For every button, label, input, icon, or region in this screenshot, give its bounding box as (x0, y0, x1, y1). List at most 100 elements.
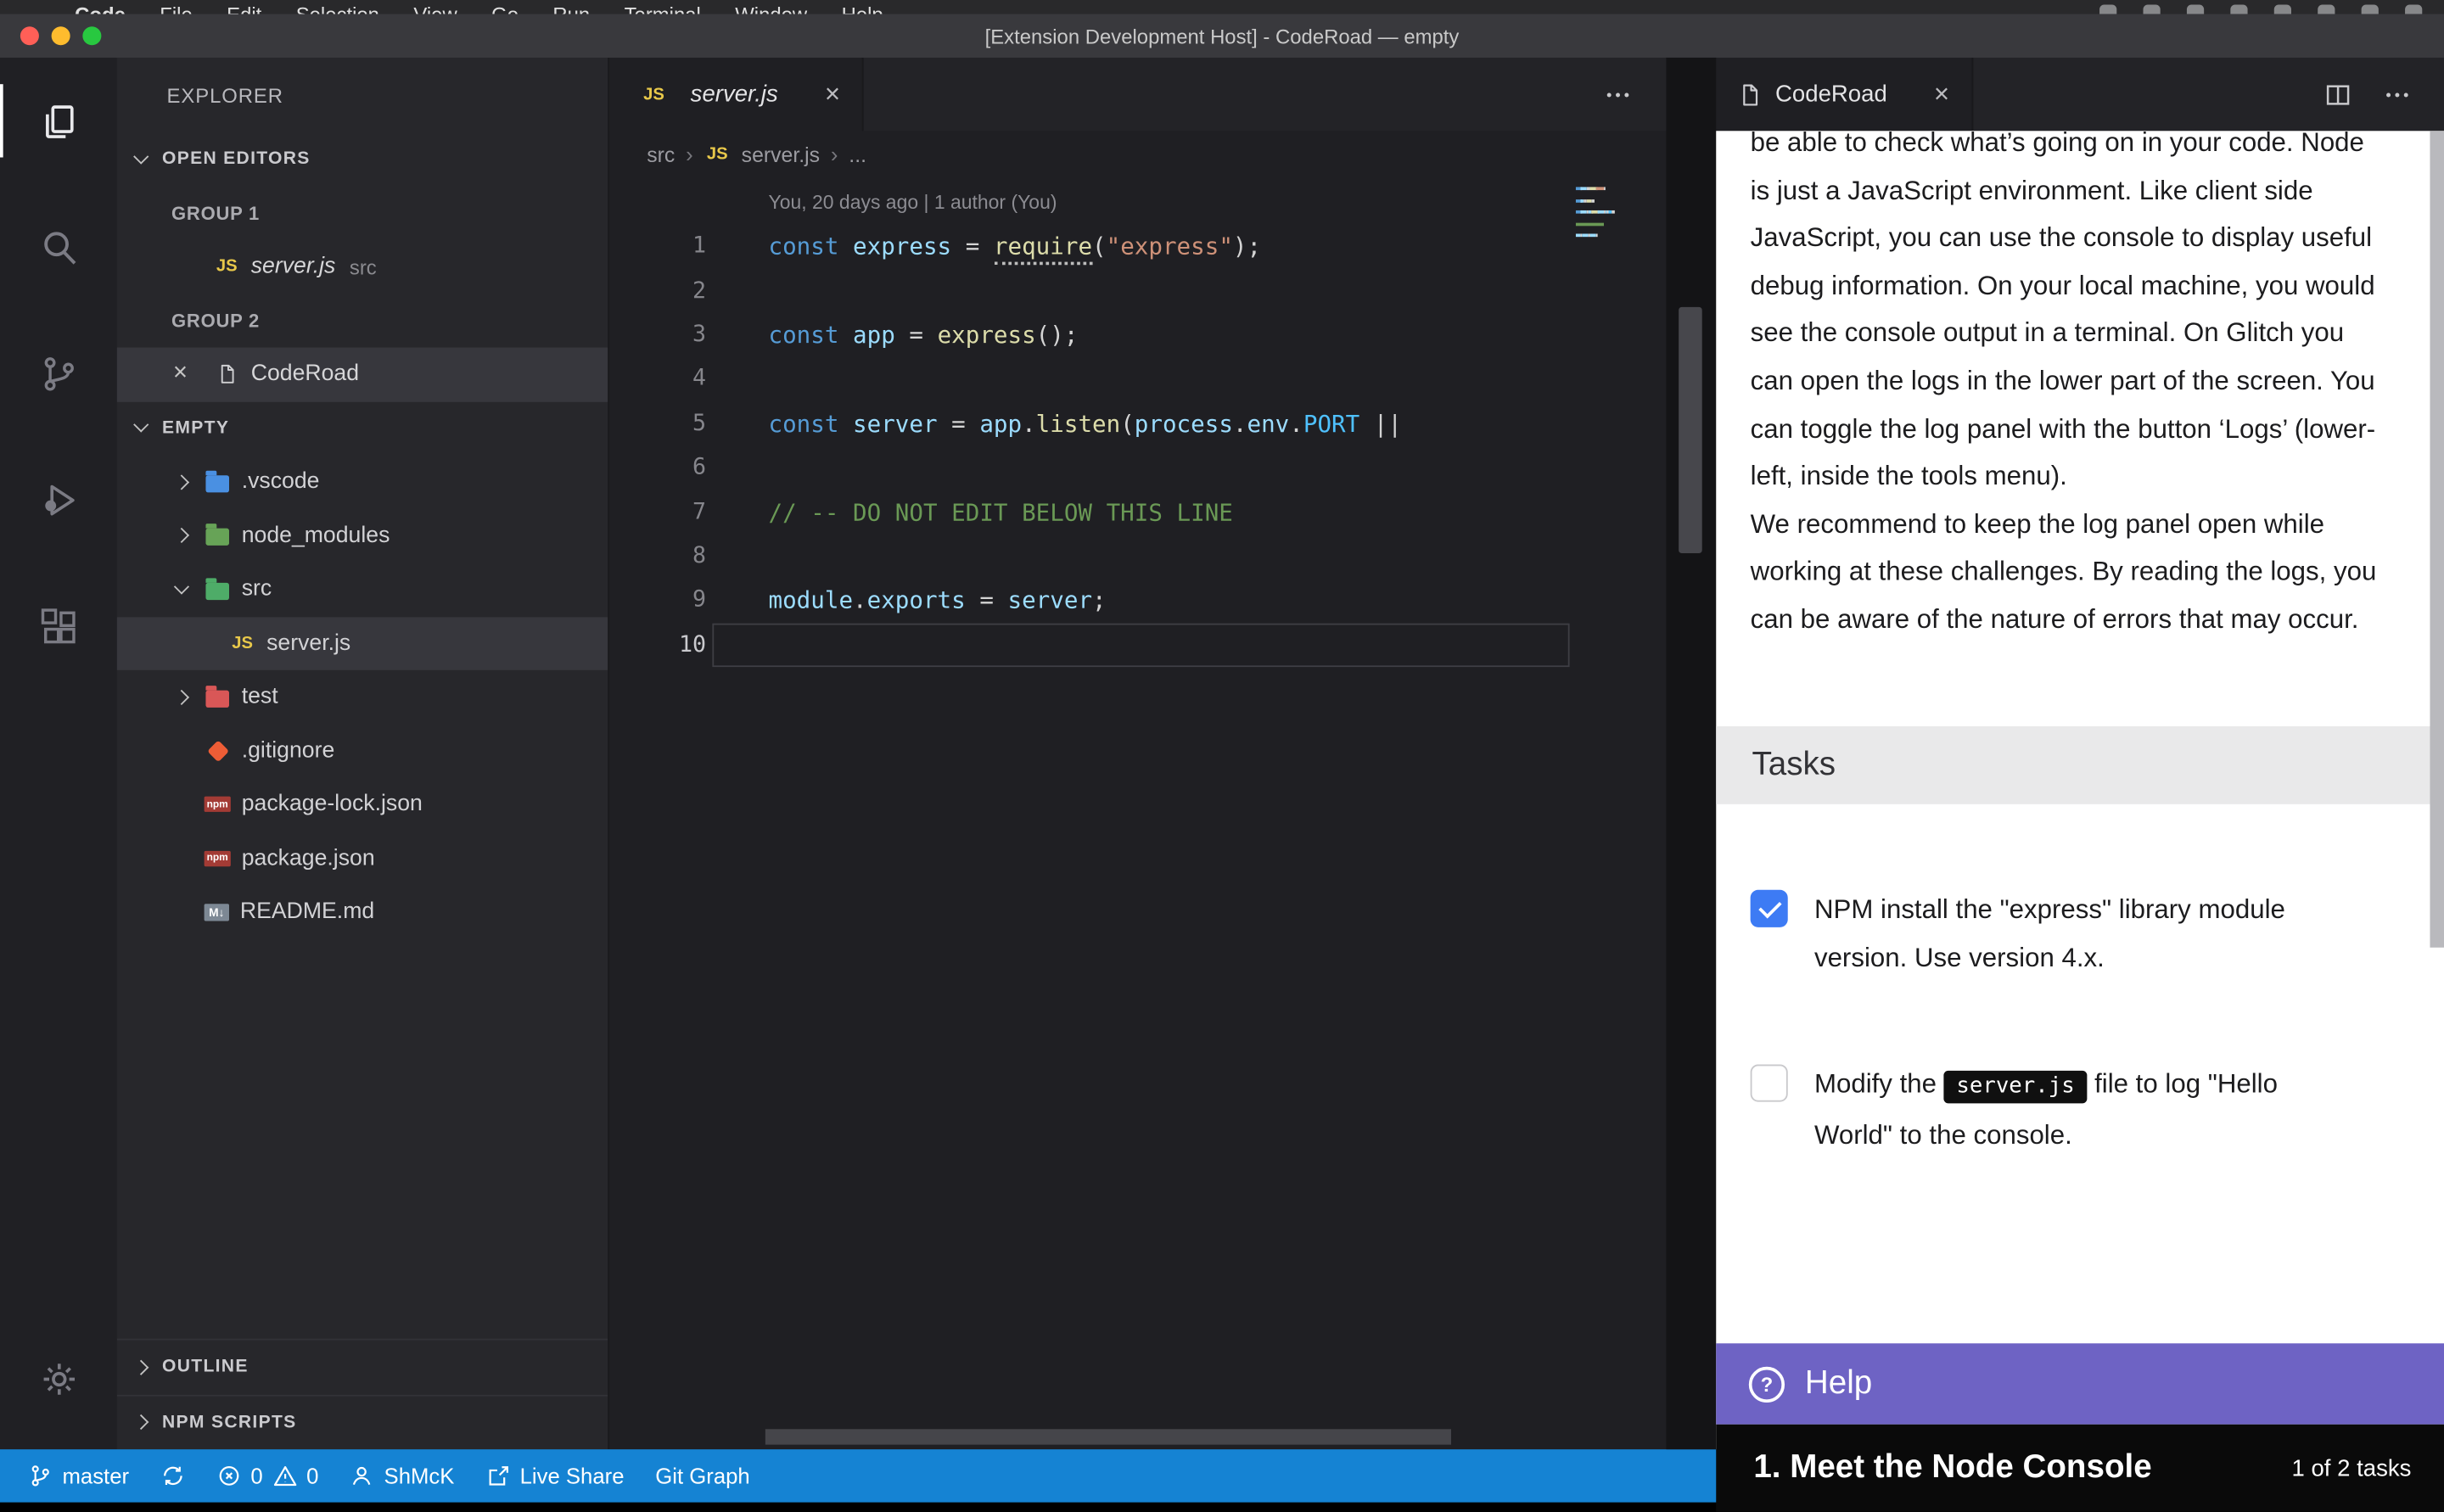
activity-run-debug[interactable] (0, 436, 117, 563)
status-branch[interactable]: master (13, 1449, 145, 1502)
menu-view[interactable]: View (413, 0, 457, 14)
breadcrumb[interactable]: src server.js ... (609, 131, 1666, 177)
code-line-2[interactable]: 2 (609, 269, 1666, 313)
activity-explorer[interactable] (0, 58, 117, 184)
menubar-status-icon[interactable] (2362, 5, 2379, 14)
file-readme-md[interactable]: README.md (117, 885, 608, 938)
menubar-status-icon[interactable] (2230, 5, 2247, 14)
task-checkbox[interactable] (1751, 1064, 1788, 1101)
chevron-right-icon (170, 524, 194, 548)
minimize-window-button[interactable] (52, 26, 70, 45)
menu-edit[interactable]: Edit (227, 0, 261, 14)
status-sync[interactable] (144, 1449, 200, 1502)
code-token: module (769, 586, 854, 614)
horizontal-scrollbar[interactable] (609, 1429, 1666, 1444)
menubar-status-icon[interactable] (2405, 5, 2422, 14)
more-actions-icon[interactable] (1604, 81, 1632, 109)
status-label: master (62, 1464, 129, 1488)
folder-node-modules[interactable]: node_modules (117, 509, 608, 563)
codelens-annotation[interactable]: You, 20 days ago | 1 author (You) (609, 192, 1666, 225)
menubar-status-icon[interactable] (2187, 5, 2204, 14)
activity-source-control[interactable] (0, 311, 117, 437)
tab-coderoad[interactable]: CodeRoad (1716, 58, 1972, 131)
code-line-5[interactable]: 5const server = app.listen(process.env.P… (609, 401, 1666, 445)
code-line-4[interactable]: 4 (609, 357, 1666, 401)
code-token: . (1233, 410, 1247, 438)
menu-help[interactable]: Help (842, 0, 883, 14)
status-live-share[interactable]: Live Share (470, 1449, 640, 1502)
menu-terminal[interactable]: Terminal (625, 0, 701, 14)
section-label: OUTLINE (162, 1358, 249, 1376)
minimap[interactable] (1576, 187, 1654, 245)
code-line-6[interactable]: 6 (609, 445, 1666, 490)
file-package-json[interactable]: package.json (117, 832, 608, 885)
code-token: const (769, 232, 839, 260)
sidebar-spacer (117, 939, 608, 1339)
scrollbar-thumb[interactable] (2430, 131, 2444, 947)
editor-item-label: CodeRoad (251, 362, 359, 387)
code-token: const (769, 321, 839, 349)
code-token: exports (867, 586, 966, 614)
menu-window[interactable]: Window (735, 0, 807, 14)
status-problems[interactable]: 00 (201, 1449, 334, 1502)
close-tab-icon[interactable] (1934, 79, 1949, 110)
menu-go[interactable]: Go (491, 0, 519, 14)
code-line-8[interactable]: 8 (609, 535, 1666, 579)
file-package-lock-json[interactable]: package-lock.json (117, 778, 608, 832)
lesson-bar[interactable]: 1. Meet the Node Console 1 of 2 tasks (1716, 1425, 2444, 1512)
indent-spacer (170, 899, 194, 924)
liveshare-icon (485, 1464, 510, 1488)
folder-src[interactable]: src (117, 563, 608, 616)
open-editor-server-js[interactable]: server.jssrc (117, 240, 608, 294)
menu-code[interactable]: Code (75, 0, 126, 14)
window-titlebar[interactable]: [Extension Development Host] - CodeRoad … (0, 14, 2444, 58)
open-editor-coderoad[interactable]: CodeRoad (117, 348, 608, 401)
status-account[interactable]: ShMcK (334, 1449, 470, 1502)
editor-vertical-scrollbar[interactable] (1666, 58, 1716, 1449)
outline-header[interactable]: OUTLINE (117, 1339, 608, 1394)
scrollbar-thumb[interactable] (765, 1429, 1451, 1444)
code-line-1[interactable]: 1const express = require("express"); (609, 224, 1666, 268)
workspace-header[interactable]: EMPTY (117, 401, 608, 455)
folder-test[interactable]: test (117, 670, 608, 724)
menubar-status-icon[interactable] (2274, 5, 2291, 14)
activity-extensions[interactable] (0, 563, 117, 689)
folder-vscode[interactable]: .vscode (117, 455, 608, 508)
js-file-icon (214, 255, 240, 279)
more-actions-icon[interactable] (2383, 81, 2411, 109)
file-server-js[interactable]: server.js (117, 616, 608, 669)
task-item-2: Modify the server.js file to log "Hello … (1751, 1060, 2444, 1160)
help-button[interactable]: Help (1716, 1343, 2444, 1425)
breadcrumb-symbol[interactable]: ... (849, 143, 866, 166)
scrollbar-thumb[interactable] (1679, 307, 1702, 553)
npm-scripts-header[interactable]: NPM SCRIPTS (117, 1394, 608, 1449)
close-editor-icon[interactable] (173, 361, 205, 389)
item-label: package.json (242, 846, 375, 871)
account-icon (350, 1464, 374, 1488)
task-checkbox[interactable] (1751, 890, 1788, 927)
breadcrumb-folder[interactable]: src (647, 143, 675, 166)
code-editor[interactable]: You, 20 days ago | 1 author (You) 1const… (609, 177, 1666, 1449)
activity-manage[interactable] (0, 1328, 117, 1431)
zoom-window-button[interactable] (82, 26, 101, 45)
webview-scrollbar[interactable] (2429, 131, 2444, 1449)
menu-run[interactable]: Run (552, 0, 590, 14)
tab-server-js[interactable]: server.js (609, 58, 864, 131)
code-line-7[interactable]: 7// -- DO NOT EDIT BELOW THIS LINE (609, 490, 1666, 534)
breadcrumb-file[interactable]: server.js (742, 143, 820, 166)
code-line-3[interactable]: 3const app = express(); (609, 313, 1666, 357)
menubar-status-icon[interactable] (2144, 5, 2161, 14)
menu-selection[interactable]: Selection (296, 0, 379, 14)
close-tab-icon[interactable] (825, 79, 840, 110)
menu-file[interactable]: File (160, 0, 192, 14)
menubar-status-icon[interactable] (2318, 5, 2335, 14)
split-editor-icon[interactable] (2324, 81, 2352, 109)
file-gitignore[interactable]: .gitignore (117, 724, 608, 777)
open-editors-header[interactable]: OPEN EDITORS (117, 132, 608, 186)
menubar-status-icon[interactable] (2099, 5, 2116, 14)
close-window-button[interactable] (20, 26, 39, 45)
activity-search[interactable] (0, 184, 117, 311)
status-git-graph[interactable]: Git Graph (640, 1449, 765, 1502)
code-line-10[interactable]: 10 (609, 623, 1666, 667)
code-line-9[interactable]: 9module.exports = server; (609, 579, 1666, 623)
